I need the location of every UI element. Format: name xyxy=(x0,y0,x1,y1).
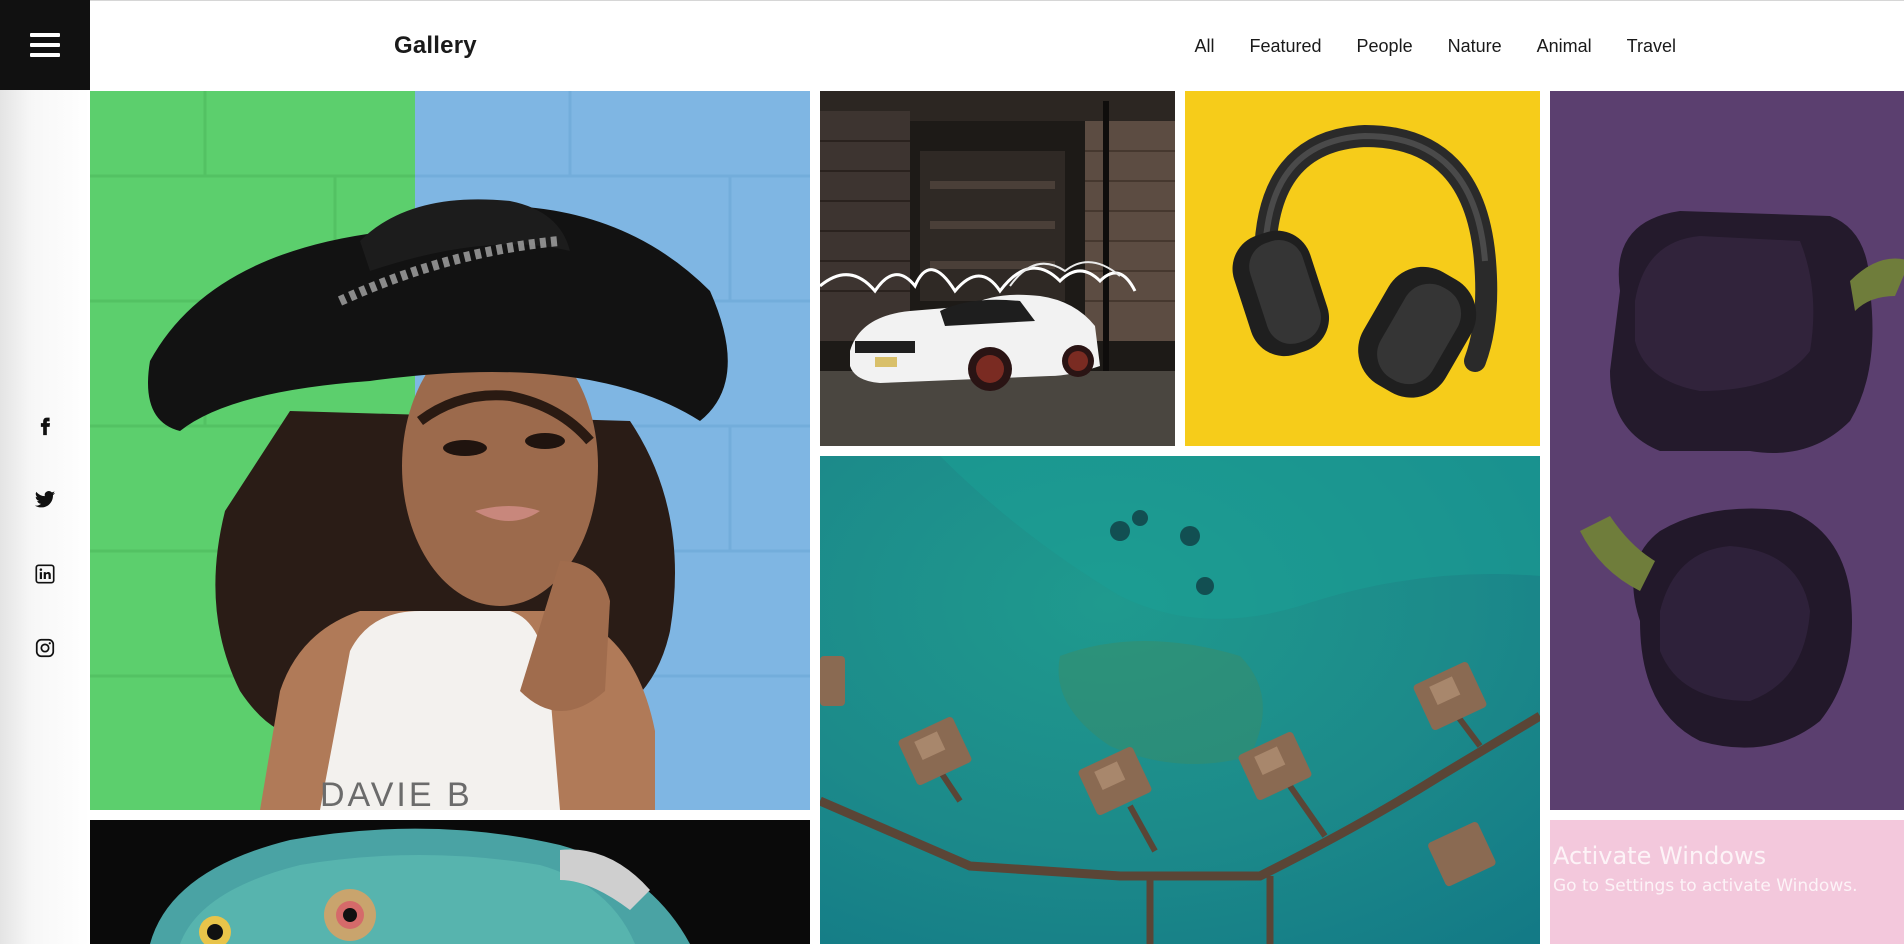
photo-purple-peppers[interactable] xyxy=(1550,91,1904,810)
watermark-subtitle: Go to Settings to activate Windows. xyxy=(1553,876,1858,896)
headphones-image xyxy=(1185,91,1540,446)
svg-text:DAVIE B: DAVIE B xyxy=(320,776,473,810)
top-header: Gallery All Featured People Nature Anima… xyxy=(90,0,1904,90)
woman-in-hat-image: DAVIE B xyxy=(90,91,810,810)
instagram-link[interactable] xyxy=(0,637,90,659)
nav-travel[interactable]: Travel xyxy=(1627,36,1676,57)
photo-chameleon[interactable] xyxy=(90,820,810,944)
facebook-link[interactable] xyxy=(0,414,90,436)
filter-nav: All Featured People Nature Animal Travel xyxy=(1194,36,1676,57)
menu-button[interactable] xyxy=(0,0,90,90)
nav-animal[interactable]: Animal xyxy=(1537,36,1592,57)
linkedin-link[interactable] xyxy=(0,563,90,585)
sidebar xyxy=(0,90,90,944)
hamburger-icon xyxy=(30,33,60,57)
car-image xyxy=(820,91,1175,446)
instagram-icon xyxy=(35,638,55,658)
activate-windows-watermark: Activate Windows Go to Settings to activ… xyxy=(1553,842,1858,896)
bungalows-image xyxy=(820,456,1540,944)
peppers-image xyxy=(1550,91,1904,810)
photo-white-car[interactable] xyxy=(820,91,1175,446)
watermark-title: Activate Windows xyxy=(1553,842,1767,870)
brand-title: Gallery xyxy=(394,32,477,59)
twitter-link[interactable] xyxy=(0,488,90,510)
photo-overwater-bungalows[interactable] xyxy=(820,456,1540,944)
twitter-icon xyxy=(34,491,56,508)
photo-headphones[interactable] xyxy=(1185,91,1540,446)
nav-featured[interactable]: Featured xyxy=(1249,36,1321,57)
nav-people[interactable]: People xyxy=(1357,36,1413,57)
linkedin-icon xyxy=(35,564,55,584)
nav-nature[interactable]: Nature xyxy=(1448,36,1502,57)
chameleon-image xyxy=(90,820,810,944)
facebook-icon xyxy=(40,417,51,436)
nav-all[interactable]: All xyxy=(1194,36,1214,57)
photo-woman-in-hat[interactable]: DAVIE B xyxy=(90,91,810,810)
